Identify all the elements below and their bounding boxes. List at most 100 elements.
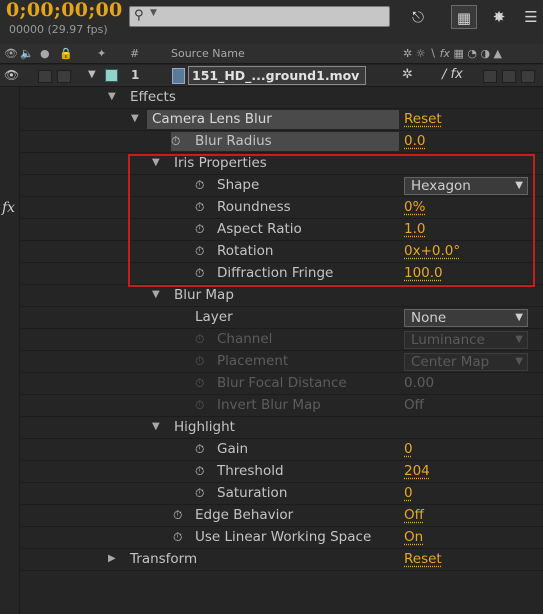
flowchart-icon[interactable]: ⎋ [405, 5, 431, 29]
eye-icon[interactable]: 👁 [4, 68, 19, 82]
shy-switch-icon[interactable]: ✲ [402, 67, 413, 82]
chevron-down-icon: ▼ [515, 180, 523, 191]
fx-switch-icon[interactable]: ∕ fx [442, 67, 463, 82]
property-row-rotation[interactable]: ⏱ Rotation 0x+0.0° [21, 241, 543, 263]
property-value[interactable]: 0 [404, 485, 413, 501]
layer-dropdown[interactable]: None ▼ [404, 309, 528, 327]
current-time-display[interactable]: 0;00;00;00 [6, 0, 123, 21]
property-row-roundness[interactable]: ⏱ Roundness 0% [21, 197, 543, 219]
property-row-linear-working-space[interactable]: ⏱ Use Linear Working Space On [21, 527, 543, 549]
property-label: Diffraction Fringe [217, 265, 334, 281]
twirl-expanded-icon[interactable]: ▼ [152, 157, 160, 168]
layer-label-color[interactable] [105, 69, 118, 82]
timeline-header: 0;00;00;00 00000 (29.97 fps) ⚲ ▼ ⎋ ▦ ✸ ☰ [0, 0, 543, 44]
property-label: Blur Radius [195, 133, 272, 149]
layer-switch-box[interactable] [502, 70, 516, 83]
property-row-blur-radius[interactable]: ⏱ Blur Radius 0.0 [21, 131, 543, 153]
property-row-placement: ⏱ Placement Center Map ▼ [21, 351, 543, 373]
property-row-saturation[interactable]: ⏱ Saturation 0 [21, 483, 543, 505]
property-value: Off [404, 397, 424, 413]
property-row-layer[interactable]: Layer None ▼ [21, 307, 543, 329]
group-row-highlight[interactable]: ▼ Highlight [21, 417, 543, 439]
transform-reset-link[interactable]: Reset [404, 551, 442, 567]
stopwatch-icon[interactable]: ⏱ [195, 464, 204, 479]
layer-number: 1 [131, 68, 140, 82]
3d-layer-icon[interactable]: ✸ [486, 5, 512, 29]
effect-name-label[interactable]: Camera Lens Blur [152, 111, 272, 127]
property-label: Threshold [217, 463, 284, 479]
property-row-invert-blur-map: ⏱ Invert Blur Map Off [21, 395, 543, 417]
label-tag-icon[interactable]: ✦ [97, 47, 106, 60]
property-row-diffraction-fringe[interactable]: ⏱ Diffraction Fringe 100.0 [21, 263, 543, 285]
property-row-gain[interactable]: ⏱ Gain 0 [21, 439, 543, 461]
layer-switch-box[interactable] [521, 70, 535, 83]
property-value[interactable]: 0.0 [404, 133, 425, 149]
dropdown-value: Center Map [411, 354, 490, 370]
stopwatch-icon[interactable]: ⏱ [173, 530, 182, 545]
property-value[interactable]: 1.0 [404, 221, 425, 237]
property-row-shape[interactable]: ⏱ Shape Hexagon ▼ [21, 175, 543, 197]
stopwatch-icon[interactable]: ⏱ [195, 486, 204, 501]
dropdown-value: None [411, 310, 447, 326]
property-row-aspect-ratio[interactable]: ⏱ Aspect Ratio 1.0 [21, 219, 543, 241]
effect-row-camera-lens-blur[interactable]: ▼ Camera Lens Blur Reset [21, 109, 543, 131]
frame-count-fps: 00000 (29.97 fps) [9, 23, 108, 36]
property-value[interactable]: Off [404, 507, 424, 523]
property-row-threshold[interactable]: ⏱ Threshold 204 [21, 461, 543, 483]
group-row-transform[interactable]: ▶ Transform Reset [21, 549, 543, 571]
fx-icon[interactable]: fx [2, 200, 15, 216]
twirl-expanded-icon[interactable]: ▼ [88, 69, 96, 80]
twirl-expanded-icon[interactable]: ▼ [152, 421, 160, 432]
stopwatch-icon[interactable]: ⏱ [195, 266, 204, 281]
lock-icon[interactable]: 🔒 [59, 47, 73, 60]
more-switches-icon[interactable]: ☰ [522, 5, 540, 29]
layer-name-field[interactable]: 151_HD_...ground1.mov [188, 66, 366, 85]
property-value[interactable]: 0 [404, 441, 413, 457]
search-icon: ⚲ [134, 8, 144, 23]
group-row-blur-map[interactable]: ▼ Blur Map [21, 285, 543, 307]
chevron-down-icon: ▼ [515, 356, 523, 367]
property-value[interactable]: 204 [404, 463, 430, 479]
shape-dropdown[interactable]: Hexagon ▼ [404, 177, 528, 195]
solo-toggle[interactable] [38, 70, 52, 83]
stopwatch-icon: ⏱ [195, 354, 205, 368]
effect-reset-link[interactable]: Reset [404, 111, 442, 127]
lock-toggle[interactable] [57, 70, 71, 83]
stopwatch-icon[interactable]: ⏱ [195, 222, 204, 237]
property-row-edge-behavior[interactable]: ⏱ Edge Behavior Off [21, 505, 543, 527]
property-value[interactable]: On [404, 529, 423, 545]
twirl-expanded-icon[interactable]: ▼ [152, 289, 160, 300]
draft-3d-icon[interactable]: ▦ [451, 5, 477, 29]
chevron-down-icon: ▼ [515, 334, 523, 345]
stopwatch-icon[interactable]: ⏱ [171, 134, 180, 149]
layer-switches-icons[interactable]: ✲ ☼ ∖ fx ▦ ◔ ◑ ▲ [403, 47, 502, 60]
property-label: Invert Blur Map [217, 397, 321, 413]
column-number-header[interactable]: # [130, 47, 139, 60]
property-value[interactable]: 0x+0.0° [404, 243, 460, 259]
solo-icon[interactable]: ● [40, 47, 50, 60]
chevron-down-icon: ▼ [150, 8, 157, 18]
stopwatch-icon[interactable]: ⏱ [195, 442, 204, 457]
group-row-iris-properties[interactable]: ▼ Iris Properties [21, 153, 543, 175]
layer-row[interactable]: 👁 ▼ 1 151_HD_...ground1.mov ✲ ∕ fx [0, 65, 543, 87]
property-value[interactable]: 0% [404, 199, 425, 215]
stopwatch-icon[interactable]: ⏱ [195, 244, 204, 259]
column-header: 👁 🔈 ● 🔒 ✦ # Source Name ✲ ☼ ∖ fx ▦ ◔ ◑ ▲ [0, 44, 543, 64]
audio-icon[interactable]: 🔈 [20, 47, 34, 60]
search-input[interactable]: ⚲ ▼ [129, 6, 390, 27]
empty-area [21, 571, 543, 614]
twirl-collapsed-icon[interactable]: ▶ [108, 553, 116, 564]
column-source-name-header[interactable]: Source Name [171, 47, 245, 60]
stopwatch-icon[interactable]: ⏱ [195, 200, 204, 215]
eye-icon[interactable]: 👁 [4, 47, 18, 60]
property-label: Aspect Ratio [217, 221, 302, 237]
stopwatch-icon[interactable]: ⏱ [195, 178, 204, 193]
group-label: Transform [130, 551, 198, 567]
stopwatch-icon[interactable]: ⏱ [173, 508, 182, 523]
twirl-expanded-icon[interactable]: ▼ [131, 113, 139, 124]
twirl-expanded-icon[interactable]: ▼ [108, 91, 116, 102]
layer-switch-box[interactable] [483, 70, 497, 83]
placement-dropdown: Center Map ▼ [404, 353, 528, 371]
property-value[interactable]: 100.0 [404, 265, 443, 281]
effects-group-row[interactable]: ▼ Effects [21, 87, 543, 109]
